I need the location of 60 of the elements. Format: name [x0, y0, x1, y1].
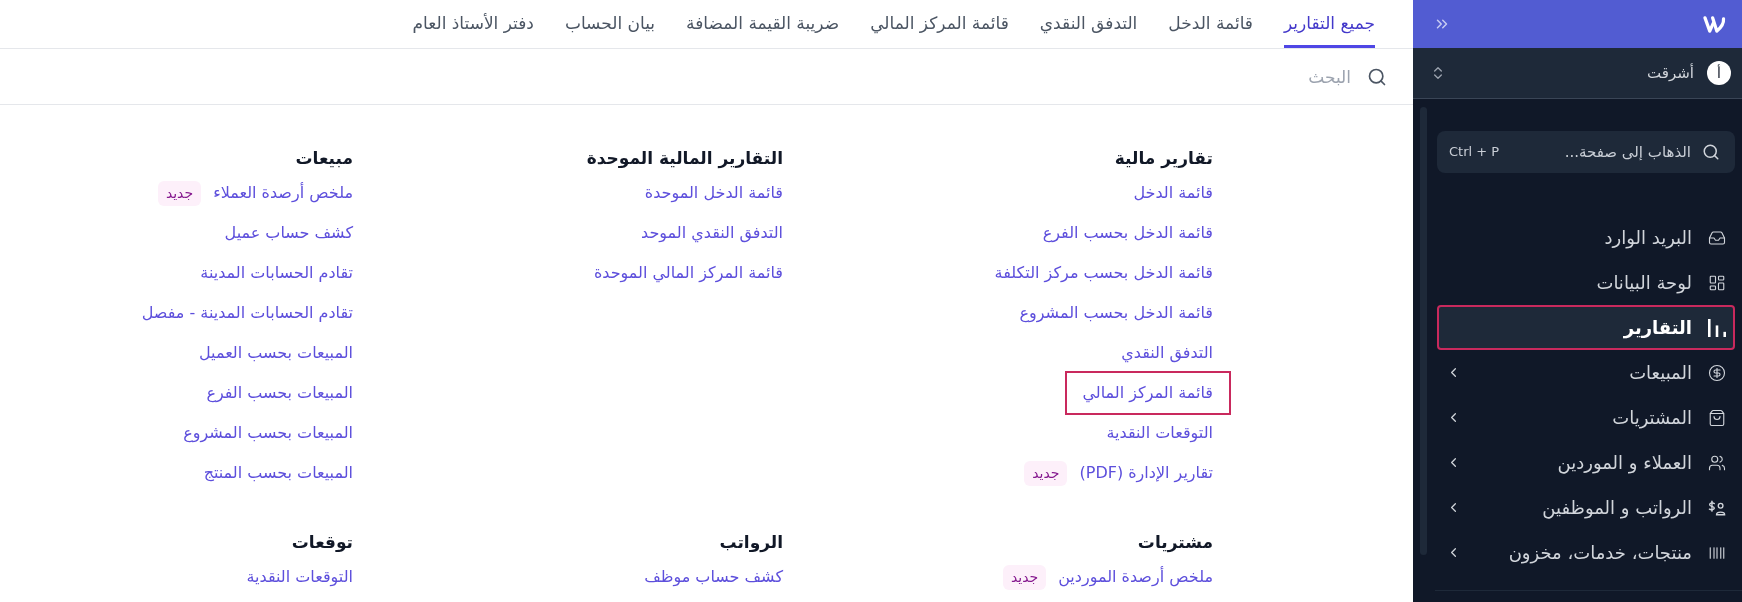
keyboard-shortcut: Ctrl + P — [1449, 143, 1500, 161]
tab[interactable]: بيان الحساب — [564, 0, 656, 48]
tab[interactable]: قائمة المركز المالي — [870, 0, 1009, 48]
report-link[interactable]: قائمة الدخل بحسب مركز التكلفة — [994, 261, 1213, 285]
nav-item[interactable]: منتجات، خدمات، مخزون — [1437, 530, 1735, 575]
report-link[interactable]: المبيعات بحسب المشروع — [183, 421, 353, 445]
users-icon — [1708, 453, 1726, 472]
report-link[interactable]: تقادم الحسابات المدينة — [200, 261, 353, 285]
report-link[interactable]: ملخص أرصدة العملاء — [213, 181, 353, 205]
report-link[interactable]: قائمة الدخل بحسب المشروع — [1019, 301, 1213, 325]
report-link[interactable]: كشف حساب عميل — [224, 221, 353, 245]
nav-item[interactable]: التقارير — [1437, 305, 1735, 350]
nav-item[interactable]: المشتريات — [1437, 395, 1735, 440]
section-heading: الرواتب — [719, 531, 783, 555]
nav-item[interactable]: العملاء و الموردين — [1437, 440, 1735, 485]
section-heading: تقارير مالية — [1114, 147, 1213, 171]
report-link[interactable]: المبيعات بحسب الفرع — [206, 381, 353, 405]
avatar: أ — [1707, 61, 1731, 85]
workspace-switcher[interactable]: أ أشرقت — [1413, 48, 1742, 99]
report-link[interactable]: تقادم الحسابات المدينة - مفصل — [141, 301, 353, 325]
search-icon — [1702, 143, 1720, 161]
section-heading: مشتريات — [1137, 531, 1213, 555]
nav-item[interactable]: لوحة البيانات — [1437, 260, 1735, 305]
report-link[interactable]: المبيعات بحسب العميل — [198, 341, 353, 365]
dollar-circle-icon — [1708, 363, 1726, 382]
new-badge: جديد — [1002, 564, 1047, 590]
report-link[interactable]: التدفق النقدي الموحد — [641, 221, 783, 245]
bar-chart-icon — [1708, 318, 1726, 337]
search-field[interactable]: البحث — [0, 49, 1351, 104]
tab[interactable]: التدفق النقدي — [1039, 0, 1138, 48]
search-icon — [1367, 66, 1387, 87]
shopping-bag-icon — [1708, 408, 1726, 427]
report-link[interactable]: التدفق النقدي — [1121, 341, 1213, 365]
nav-item[interactable]: الرواتب و الموظفين — [1437, 485, 1735, 530]
tab[interactable]: جميع التقارير — [1283, 0, 1375, 48]
report-link[interactable]: قائمة الدخل الموحدة — [644, 181, 783, 205]
report-link[interactable]: قائمة الدخل بحسب الفرع — [1042, 221, 1213, 245]
report-link[interactable]: تقارير الإدارة (PDF) — [1079, 461, 1213, 485]
person-dollar-icon — [1708, 498, 1726, 517]
report-link[interactable]: كشف حساب موظف — [644, 565, 783, 589]
report-link[interactable]: المبيعات بحسب المنتج — [203, 461, 353, 485]
dashboard-icon — [1708, 273, 1726, 292]
section-heading: توقعات — [291, 531, 353, 555]
new-badge: جديد — [1024, 460, 1068, 486]
report-link[interactable]: قائمة المركز المالي — [1064, 371, 1231, 415]
inbox-icon — [1708, 228, 1726, 247]
tab[interactable]: ضريبة القيمة المضافة — [686, 0, 840, 48]
report-link[interactable]: ملخص أرصدة الموردين — [1058, 565, 1213, 589]
section-heading: التقارير المالية الموحدة — [586, 147, 783, 171]
tab[interactable]: دفتر الأستاذ العام — [412, 0, 534, 48]
new-badge: جديد — [157, 180, 202, 206]
nav-item[interactable]: المبيعات — [1437, 350, 1735, 395]
tab[interactable]: قائمة الدخل — [1168, 0, 1253, 48]
report-link[interactable]: التوقعات النقدية — [246, 565, 353, 589]
section-heading: مبيعات — [295, 147, 353, 171]
report-link[interactable]: قائمة المركز المالي الموحدة — [593, 261, 783, 285]
nav-item[interactable]: البريد الوارد — [1437, 215, 1735, 260]
report-link[interactable]: قائمة الدخل — [1133, 181, 1213, 205]
logo-icon — [1703, 14, 1726, 34]
report-link[interactable]: التوقعات النقدية — [1106, 421, 1213, 445]
